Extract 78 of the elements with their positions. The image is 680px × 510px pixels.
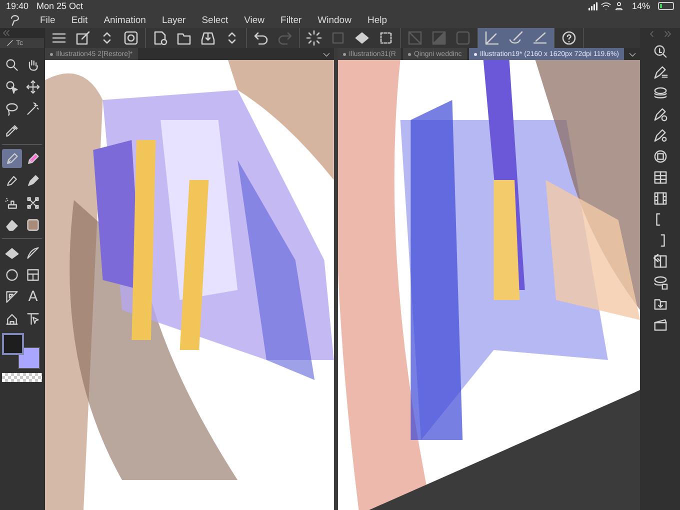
undo-icon bbox=[253, 30, 269, 46]
ruler-icon bbox=[532, 30, 548, 46]
menu-item[interactable]: Select bbox=[194, 14, 236, 26]
help-icon bbox=[561, 30, 577, 46]
menu-item[interactable]: View bbox=[236, 14, 273, 26]
fill-icon bbox=[354, 30, 370, 46]
battery-percentage: 14% bbox=[632, 1, 650, 11]
menu-item[interactable]: Animation bbox=[96, 14, 154, 26]
signal-icon bbox=[588, 1, 598, 11]
redo-icon bbox=[277, 30, 293, 46]
menu-item[interactable]: File bbox=[32, 14, 64, 26]
person-icon bbox=[614, 1, 624, 11]
blend-icon bbox=[26, 218, 40, 232]
main-color-swatch[interactable] bbox=[2, 333, 24, 355]
expand-icon[interactable] bbox=[664, 30, 672, 38]
new-file-icon bbox=[152, 30, 168, 46]
search-icon[interactable] bbox=[652, 44, 668, 59]
square-icon bbox=[431, 30, 447, 46]
status-date: Mon 25 Oct bbox=[36, 1, 84, 11]
transform-icon bbox=[378, 30, 394, 46]
pen-settings-icon[interactable] bbox=[652, 128, 668, 143]
spinner-icon bbox=[306, 30, 322, 46]
toolbar-button[interactable] bbox=[482, 28, 502, 48]
eyedropper-icon bbox=[5, 124, 19, 138]
frame-icon bbox=[26, 268, 40, 282]
clapper-icon[interactable] bbox=[652, 317, 668, 332]
ruler-icon bbox=[5, 290, 19, 304]
select-icon bbox=[5, 80, 19, 94]
wand-icon bbox=[26, 102, 40, 116]
gradient-icon bbox=[26, 246, 40, 260]
tool-button[interactable]: A bbox=[23, 287, 43, 306]
toolbar-button[interactable] bbox=[304, 28, 324, 48]
ruler-icon bbox=[484, 30, 500, 46]
eraser-icon bbox=[5, 218, 19, 232]
layers-icon[interactable] bbox=[652, 275, 668, 290]
color-wheel-icon[interactable] bbox=[652, 149, 668, 164]
marker-icon bbox=[26, 152, 40, 166]
film-icon[interactable] bbox=[652, 191, 668, 206]
menu-item[interactable]: Edit bbox=[63, 14, 96, 26]
airbrush-icon bbox=[5, 196, 19, 210]
collapse-icon[interactable] bbox=[2, 29, 10, 37]
menu-item[interactable]: Help bbox=[359, 14, 395, 26]
menu-item[interactable]: Filter bbox=[272, 14, 310, 26]
edit-icon bbox=[75, 30, 91, 46]
house-icon bbox=[5, 312, 19, 326]
pencil-icon bbox=[5, 174, 19, 188]
transparent-color-swatch[interactable] bbox=[2, 373, 42, 382]
wifi-icon bbox=[600, 1, 611, 11]
pen-settings-icon[interactable] bbox=[652, 65, 668, 80]
image-icon bbox=[123, 30, 139, 46]
pen-settings-icon[interactable] bbox=[652, 107, 668, 122]
save-icon bbox=[200, 30, 216, 46]
object-select-icon bbox=[26, 312, 40, 326]
pen-icon bbox=[6, 39, 14, 47]
import-icon[interactable] bbox=[652, 296, 668, 311]
zoom-icon bbox=[5, 58, 19, 72]
palette-icon[interactable] bbox=[652, 170, 668, 185]
fill-icon bbox=[5, 246, 19, 260]
square-icon bbox=[330, 30, 346, 46]
sub-color-swatch[interactable] bbox=[18, 347, 40, 369]
book-icon[interactable] bbox=[652, 254, 668, 269]
ruler-icon bbox=[508, 30, 524, 46]
decoration-icon bbox=[26, 196, 40, 210]
hand-icon bbox=[26, 58, 40, 72]
brush-icon bbox=[26, 174, 40, 188]
lasso-icon bbox=[5, 102, 19, 116]
square-icon bbox=[407, 30, 423, 46]
menu-item[interactable]: Layer bbox=[154, 14, 194, 26]
status-time: 19:40 bbox=[6, 1, 29, 11]
menu-item[interactable]: Window bbox=[310, 14, 360, 26]
collapse-icon[interactable] bbox=[648, 30, 656, 38]
battery-icon bbox=[658, 2, 674, 10]
square-icon bbox=[455, 30, 471, 46]
circle-icon bbox=[5, 268, 19, 282]
app-logo-icon[interactable] bbox=[8, 13, 22, 27]
layers-icon[interactable] bbox=[652, 86, 668, 101]
pen-icon bbox=[5, 152, 19, 166]
move-icon bbox=[26, 80, 40, 94]
